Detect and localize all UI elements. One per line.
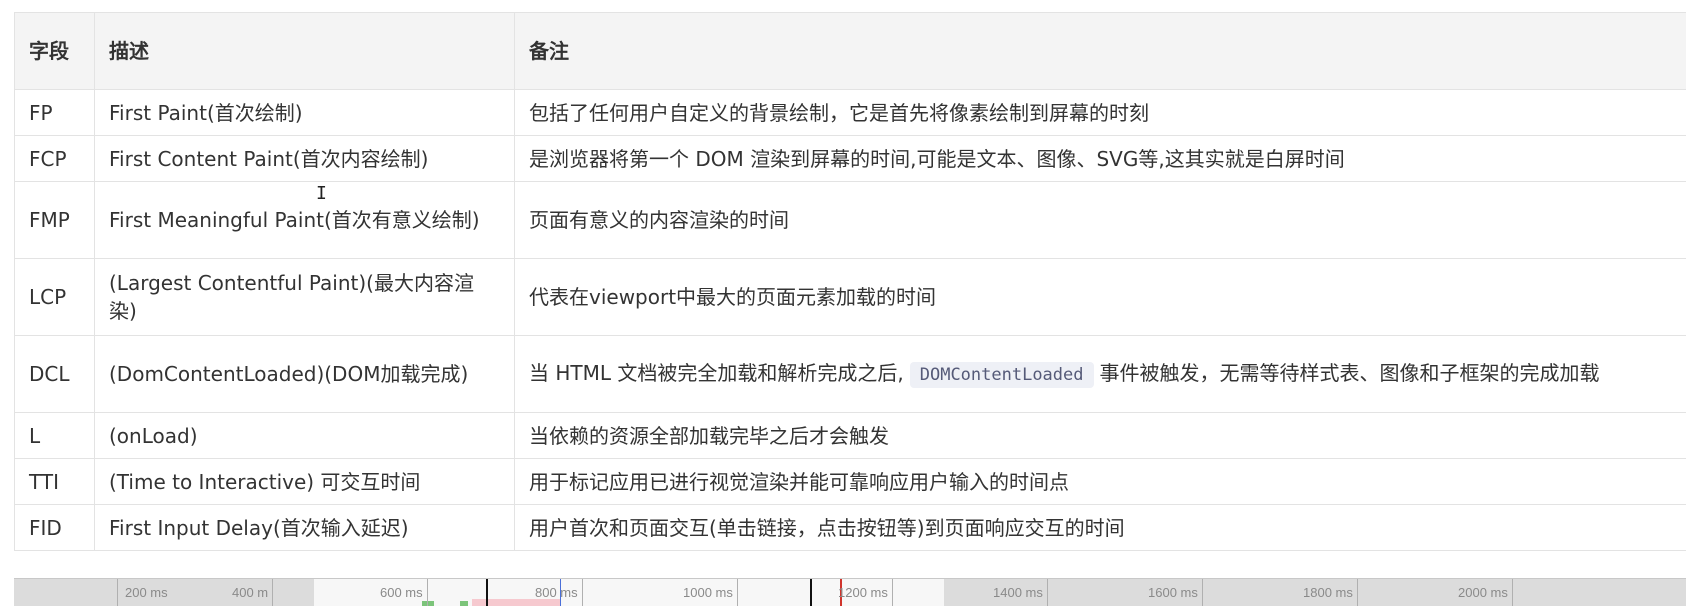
cell-field: FCP [14,135,95,182]
cell-description: First Meaningful Paint(首次有意义绘制) [94,181,515,259]
timeline-tick-label: 400 m [232,585,269,600]
cell-field: FID [14,504,95,551]
table-row: FMP First Meaningful Paint(首次有意义绘制) 页面有意… [14,181,1686,259]
timeline-tick-label: 800 ms [535,585,578,600]
cell-description: First Input Delay(首次输入延迟) [94,504,515,551]
table-row: LCP (Largest Contentful Paint)(最大内容渲染) 代… [14,258,1686,336]
timeline-tick-label: 1400 ms [993,585,1043,600]
timeline-marker-black [486,579,488,606]
cell-description: (DomContentLoaded)(DOM加载完成) [94,335,515,413]
timeline-tick [1047,579,1048,606]
cell-description: (Time to Interactive) 可交互时间 [94,458,515,505]
table-row: TTI (Time to Interactive) 可交互时间 用于标记应用已进… [14,458,1686,505]
timeline-tick-label: 1000 ms [683,585,733,600]
timeline-tick-label: 200 ms [125,585,168,600]
header-notes: 备注 [514,12,1686,90]
table-header-row: 字段 描述 备注 [14,12,1686,90]
cell-field: L [14,412,95,459]
inline-code-domcontentloaded: DOMContentLoaded [909,362,1094,388]
timeline-tick [117,579,118,606]
timeline-tick-label: 1600 ms [1148,585,1198,600]
timeline-marker-black [810,579,812,606]
cell-notes: 当 HTML 文档被完全加载和解析完成之后, DOMContentLoaded 事件… [514,335,1686,413]
table-row: L (onLoad) 当依赖的资源全部加载完毕之后才会触发 [14,412,1686,459]
table-row: DCL (DomContentLoaded)(DOM加载完成) 当 HTML 文… [14,335,1686,413]
timeline-paint-marker [422,601,434,606]
cell-notes: 包括了任何用户自定义的背景绘制，它是首先将像素绘制到屏幕的时刻 [514,89,1686,136]
timeline-tick [1512,579,1513,606]
cell-notes: 用户首次和页面交互(单击链接，点击按钮等)到页面响应交互的时间 [514,504,1686,551]
cell-description: (onLoad) [94,412,515,459]
text-cursor-icon: I [316,183,327,204]
timeline-paint-marker [460,601,468,606]
timeline-tick-label: 1800 ms [1303,585,1353,600]
timeline-tick-label: 2000 ms [1458,585,1508,600]
page: 字段 描述 备注 FP First Paint(首次绘制) 包括了任何用户自定义… [0,0,1686,606]
timeline-tick [892,579,893,606]
note-text-after: 事件被触发，无需等待样式表、图像和子框架的完成加载 [1099,361,1600,385]
timeline-tick [1202,579,1203,606]
table-row: FCP First Content Paint(首次内容绘制) 是浏览器将第一个… [14,135,1686,182]
header-description: 描述 [94,12,515,90]
performance-timeline[interactable]: 200 ms 400 m 600 ms 800 ms 1000 ms 1200 ms 140… [14,578,1686,606]
metrics-table: 字段 描述 备注 FP First Paint(首次绘制) 包括了任何用户自定义… [14,12,1686,551]
cell-notes: 用于标记应用已进行视觉渲染并能可靠响应用户输入的时间点 [514,458,1686,505]
timeline-tick [1357,579,1358,606]
cell-field: TTI [14,458,95,505]
table-row: FP First Paint(首次绘制) 包括了任何用户自定义的背景绘制，它是首… [14,89,1686,136]
cell-field: DCL [14,335,95,413]
note-text-before: 当 HTML 文档被完全加载和解析完成之后, [529,361,904,385]
cell-description: First Paint(首次绘制) [94,89,515,136]
timeline-tick [582,579,583,606]
table-row: FID First Input Delay(首次输入延迟) 用户首次和页面交互(… [14,504,1686,551]
timeline-tick [427,579,428,606]
cell-notes: 是浏览器将第一个 DOM 渲染到屏幕的时间,可能是文本、图像、SVG等,这其实就… [514,135,1686,182]
cell-field: FP [14,89,95,136]
timeline-tick [272,579,273,606]
cell-description: First Content Paint(首次内容绘制) [94,135,515,182]
cell-notes: 页面有意义的内容渲染的时间 [514,181,1686,259]
header-field: 字段 [14,12,95,90]
cell-field: LCP [14,258,95,336]
timeline-tick-label: 600 ms [380,585,423,600]
cell-description: (Largest Contentful Paint)(最大内容渲染) [94,258,515,336]
cell-field: FMP [14,181,95,259]
timeline-tick [737,579,738,606]
cell-notes: 当依赖的资源全部加载完毕之后才会触发 [514,412,1686,459]
timeline-tick-label: 1200 ms [838,585,888,600]
cell-notes: 代表在viewport中最大的页面元素加载的时间 [514,258,1686,336]
